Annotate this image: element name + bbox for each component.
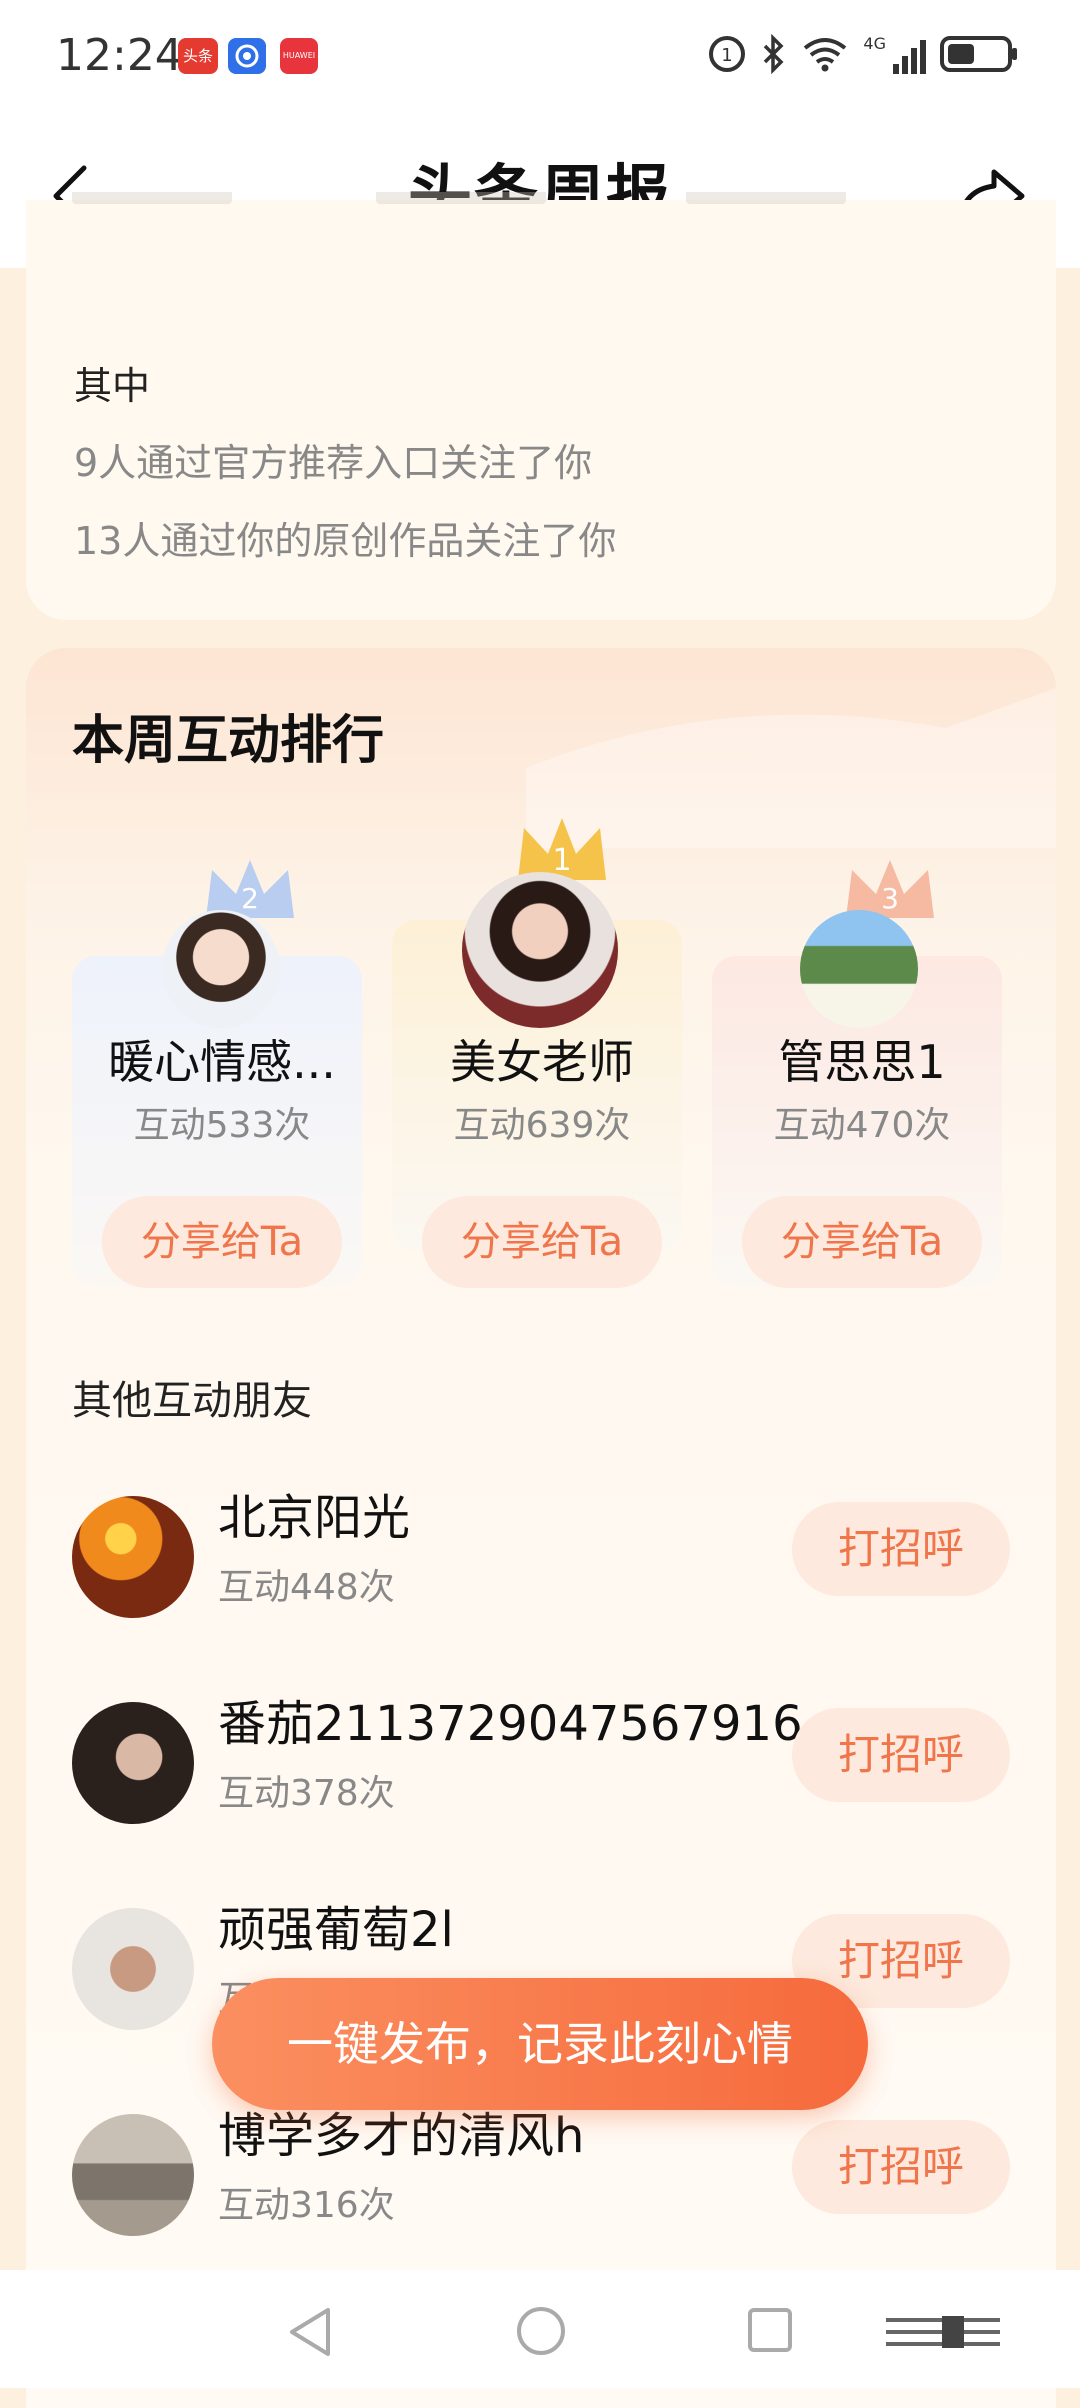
- rank-2-name[interactable]: 暖心情感...: [62, 1026, 382, 1092]
- section-heading: 其中: [74, 364, 151, 408]
- friend-count: 互动378次: [218, 1773, 395, 1814]
- signal-icon: 4G: [863, 34, 926, 74]
- clipped-previous-content: [26, 192, 1056, 216]
- rank-2-avatar[interactable]: [162, 910, 280, 1028]
- greet-button[interactable]: 打招呼: [792, 2120, 1010, 2214]
- hd-call-icon: 1: [709, 36, 746, 72]
- friend-avatar[interactable]: [72, 1496, 194, 1618]
- svg-text:1: 1: [722, 45, 733, 66]
- rank-2-count: 互动533次: [133, 1105, 311, 1146]
- status-bar: 12:24 头条 HUAWEI 1 4G: [0, 0, 1080, 118]
- battery-icon: [940, 36, 1017, 72]
- wifi-icon: [804, 38, 847, 72]
- svg-text:3: 3: [881, 882, 899, 915]
- back-triangle-icon[interactable]: [286, 2306, 336, 2358]
- ranking-title: 本周互动排行: [72, 711, 385, 771]
- friend-name[interactable]: 番茄2113729047567916: [218, 1684, 803, 1754]
- friend-row: 博学多才的清风h 互动316次 打招呼: [26, 2096, 1056, 2236]
- rank-1-count: 互动639次: [453, 1105, 631, 1146]
- friend-count: 互动448次: [218, 1567, 395, 1608]
- rank-3-name[interactable]: 管思思1: [702, 1026, 1022, 1092]
- greet-button[interactable]: 打招呼: [792, 1502, 1010, 1596]
- bluetooth-icon: [764, 34, 784, 74]
- friend-count: 互动316次: [218, 2185, 395, 2226]
- friend-avatar[interactable]: [72, 1702, 194, 1824]
- friend-name[interactable]: 北京阳光: [218, 1478, 410, 1548]
- friend-row: 番茄2113729047567916 互动378次 打招呼: [26, 1684, 1056, 1824]
- other-friends-title: 其他互动朋友: [72, 1378, 312, 1424]
- follower-source-card: 其中 9人通过官方推荐入口关注了你 13人通过你的原创作品关注了你: [26, 192, 1056, 620]
- rank-1-name[interactable]: 美女老师: [382, 1026, 702, 1092]
- app-notification-icon: [228, 38, 266, 74]
- rank-2-share-button[interactable]: 分享给Ta: [102, 1196, 342, 1288]
- svg-text:2: 2: [241, 882, 259, 915]
- source-line-original: 13人通过你的原创作品关注了你: [74, 519, 617, 563]
- menu-lines-icon[interactable]: [880, 2310, 1040, 2354]
- recents-square-icon[interactable]: [746, 2306, 794, 2354]
- source-line-official: 9人通过官方推荐入口关注了你: [74, 441, 593, 485]
- rank-1-avatar[interactable]: [462, 872, 618, 1028]
- friend-avatar[interactable]: [72, 1908, 194, 2030]
- friend-row: 北京阳光 互动448次 打招呼: [26, 1478, 1056, 1618]
- status-time: 12:24: [56, 30, 183, 81]
- friend-name[interactable]: 顽强葡萄2l: [218, 1890, 454, 1960]
- huawei-app-icon: HUAWEI: [280, 38, 318, 74]
- system-nav-bar: [0, 2270, 1080, 2388]
- publish-mood-button[interactable]: 一键发布，记录此刻心情: [212, 1978, 868, 2110]
- rank-3-avatar[interactable]: [800, 910, 918, 1028]
- toutiao-app-icon: 头条: [178, 38, 218, 74]
- greet-button[interactable]: 打招呼: [792, 1708, 1010, 1802]
- home-circle-icon[interactable]: [514, 2304, 568, 2358]
- rank-3-count: 互动470次: [773, 1105, 951, 1146]
- rank-3-share-button[interactable]: 分享给Ta: [742, 1196, 982, 1288]
- interaction-ranking-card: 本周互动排行 2 暖心情感... 互动533次 分享给Ta 1 美女老师 互动6…: [26, 648, 1056, 2408]
- rank-1-share-button[interactable]: 分享给Ta: [422, 1196, 662, 1288]
- friend-avatar[interactable]: [72, 2114, 194, 2236]
- status-icons: 1 4G: [707, 34, 1020, 74]
